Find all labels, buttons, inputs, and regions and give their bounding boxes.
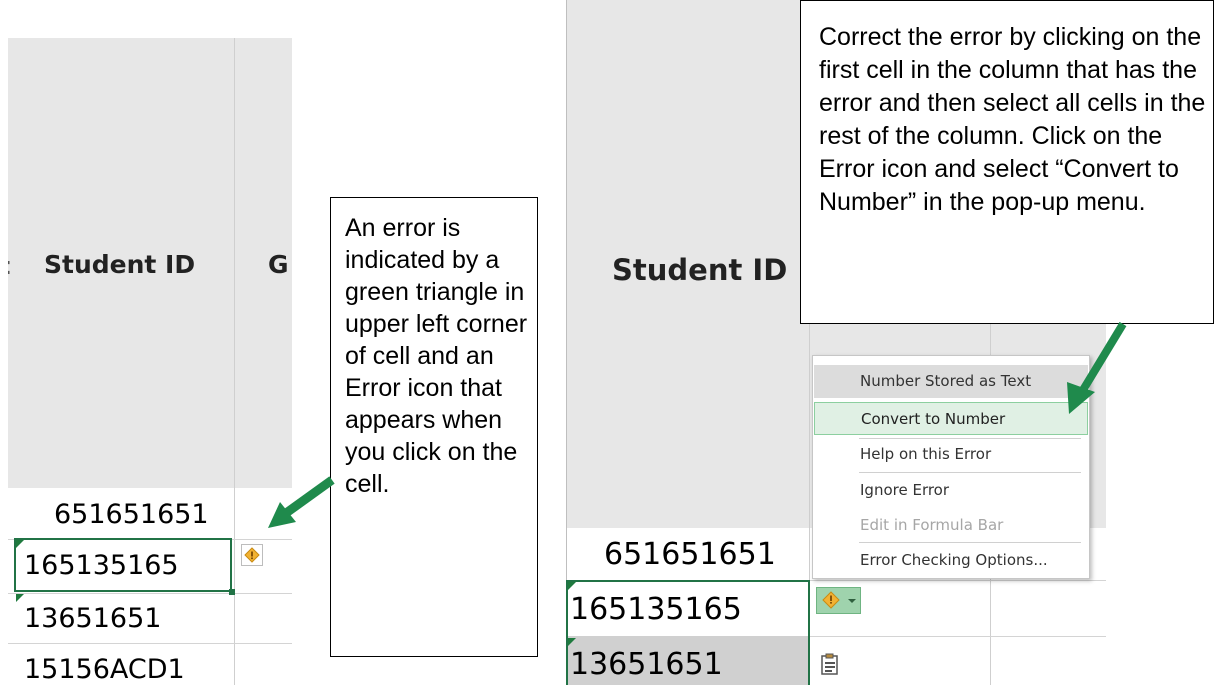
cell-student-id-4[interactable]: 15156ACD1 xyxy=(24,654,185,685)
cell-student-id-3[interactable]: 13651651 xyxy=(570,647,723,682)
error-triangle-icon xyxy=(16,540,24,548)
left-spreadsheet-crop: : Student ID G 651651651 165135165 13651… xyxy=(8,38,292,685)
error-options-button[interactable] xyxy=(816,587,861,614)
arrow-icon xyxy=(268,476,335,528)
help-on-error-item[interactable]: Help on this Error xyxy=(814,438,1088,471)
menu-title: Number Stored as Text xyxy=(814,365,1088,398)
error-triangle-icon xyxy=(568,582,576,590)
menu-separator xyxy=(859,542,1081,543)
error-triangle-icon xyxy=(568,638,576,646)
error-warning-icon[interactable] xyxy=(241,544,263,566)
cell-student-id-2[interactable]: 165135165 xyxy=(570,592,742,627)
cell-student-id-3[interactable]: 13651651 xyxy=(24,603,161,634)
cell-student-id-2[interactable]: 165135165 xyxy=(24,550,179,581)
right-callout-box: Correct the error by clicking on the fir… xyxy=(800,0,1214,324)
error-checking-options-item[interactable]: Error Checking Options... xyxy=(814,544,1088,577)
fill-handle[interactable] xyxy=(229,589,235,595)
arrow-icon xyxy=(1067,321,1127,414)
menu-separator xyxy=(859,472,1081,473)
row-line xyxy=(8,593,292,594)
left-callout-text: An error is indicated by a green triangl… xyxy=(345,214,528,498)
edit-in-formula-bar-item[interactable]: Edit in Formula Bar xyxy=(814,509,1088,542)
student-id-header[interactable]: Student ID xyxy=(612,253,787,287)
convert-to-number-item[interactable]: Convert to Number xyxy=(814,402,1088,435)
student-id-header[interactable]: Student ID xyxy=(44,250,195,279)
error-warning-icon xyxy=(822,591,840,609)
ignore-error-item[interactable]: Ignore Error xyxy=(814,474,1088,507)
column-divider xyxy=(234,38,235,685)
error-triangle-icon xyxy=(16,594,24,602)
paste-options-icon[interactable] xyxy=(819,653,841,677)
next-column-header[interactable]: G xyxy=(268,250,289,279)
prev-column-fragment: : xyxy=(8,251,12,280)
left-callout-box: An error is indicated by a green triangl… xyxy=(330,197,538,657)
cell-student-id-1[interactable]: 651651651 xyxy=(604,537,776,572)
dropdown-chevron-icon xyxy=(848,599,856,603)
cell-student-id-1[interactable]: 651651651 xyxy=(54,499,209,530)
right-callout-text: Correct the error by clicking on the fir… xyxy=(819,23,1206,216)
row-line xyxy=(8,643,292,644)
error-popup-menu: Number Stored as Text Convert to Number … xyxy=(812,355,1090,579)
